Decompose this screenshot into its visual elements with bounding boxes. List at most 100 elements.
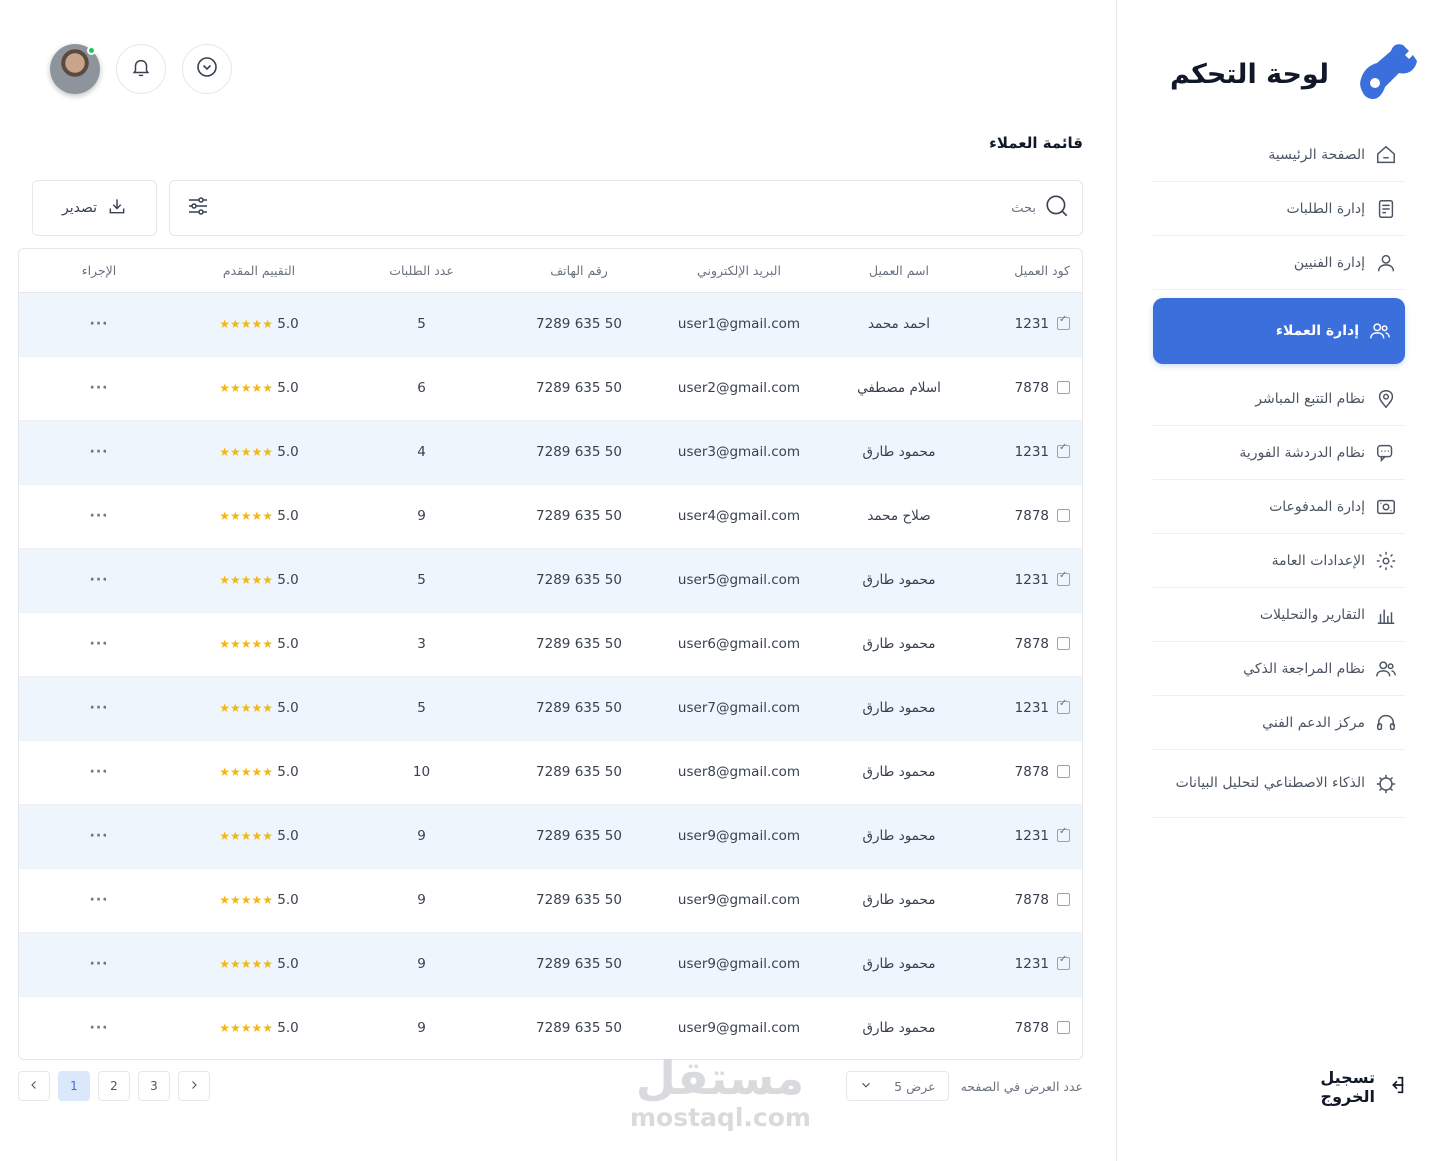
header-actions [50, 44, 232, 94]
sidebar-item-ai[interactable]: الذكاء الاصطناعي لتحليل البيانات [1153, 750, 1405, 818]
more-options-icon[interactable]: ··· [90, 572, 109, 588]
more-options-icon[interactable]: ··· [90, 508, 109, 524]
sidebar-item-payments[interactable]: إدارة المدفوعات [1153, 480, 1405, 534]
next-page-button[interactable] [178, 1071, 210, 1101]
cell-email: user2@gmail.com [654, 356, 824, 421]
more-options-icon[interactable]: ··· [90, 1020, 109, 1036]
filter-sliders-icon[interactable] [186, 194, 210, 222]
cell-rating: 5.0 ★★★★★ [179, 996, 339, 1059]
table-row[interactable]: 7878 محمود طارق user9@gmail.com 50 635 7289… [19, 868, 1082, 933]
pagination: 1 2 3 [18, 1071, 210, 1101]
column-header-name[interactable]: اسم العميل [824, 249, 974, 293]
sidebar-item-support[interactable]: مركز الدعم الفني [1153, 696, 1405, 750]
row-checkbox[interactable] [1057, 892, 1070, 906]
row-checkbox[interactable] [1057, 954, 1070, 970]
more-options-icon[interactable]: ··· [90, 316, 109, 332]
sidebar-item-settings[interactable]: الإعدادات العامة [1153, 534, 1405, 588]
star-rating-icon: ★★★★★ [219, 957, 273, 971]
table-row[interactable]: 1231 محمود طارقuser5@gmail.com50 635 7289… [19, 548, 1082, 613]
more-options-icon[interactable]: ··· [90, 380, 109, 396]
page-button-1[interactable]: 1 [58, 1071, 90, 1101]
page-button-2[interactable]: 2 [98, 1071, 130, 1101]
star-rating-icon: ★★★★★ [219, 573, 273, 587]
page-button-3[interactable]: 3 [138, 1071, 170, 1101]
row-checkbox[interactable] [1057, 826, 1070, 842]
sidebar-item-customers[interactable]: إدارة العملاء [1153, 298, 1405, 364]
table-row[interactable]: 1231احمد محمدuser1@gmail.com50 635 72895… [19, 292, 1082, 357]
sidebar-item-technicians[interactable]: إدارة الفنيين [1153, 236, 1405, 290]
table-row[interactable]: 7878 محمود طارق user6@gmail.com 50 635 7289… [19, 612, 1082, 677]
notifications-button[interactable] [116, 44, 166, 94]
rating-value: 5.0 [277, 380, 299, 396]
cell-name: اسلام مصطفي [824, 356, 974, 421]
star-rating-icon: ★★★★★ [219, 829, 273, 843]
cell-code: 7878 [974, 356, 1082, 421]
customers-table: كود العميل اسم العميل البريد الإلكتروني … [18, 248, 1083, 1060]
receipt-icon [1375, 198, 1397, 220]
search-icon [1044, 193, 1070, 223]
rating-value: 5.0 [277, 764, 299, 780]
column-header-phone[interactable]: رقم الهاتف [504, 249, 654, 293]
row-checkbox[interactable] [1057, 570, 1070, 586]
location-pin-icon [1375, 388, 1397, 410]
more-options-icon[interactable]: ··· [90, 956, 109, 972]
cell-code: 1231 [974, 932, 1082, 997]
row-checkbox[interactable] [1057, 1020, 1070, 1034]
code-value: 1231 [1014, 956, 1049, 972]
cell-orders: 5 [339, 292, 504, 357]
search-input[interactable] [276, 200, 1036, 216]
cell-phone: 50 635 7289 [504, 612, 654, 677]
cell-phone: 50 635 7289 [504, 420, 654, 485]
row-checkbox[interactable] [1057, 636, 1070, 650]
cell-phone: 50 635 7289 [504, 868, 654, 933]
row-checkbox[interactable] [1057, 380, 1070, 394]
prev-page-button[interactable] [18, 1071, 50, 1101]
cell-code: 1231 [974, 420, 1082, 485]
cell-action: ··· [19, 356, 179, 421]
logout-button[interactable]: تسجيل الخروج [1267, 1068, 1407, 1106]
ai-gear-icon [1375, 773, 1397, 795]
table-row[interactable]: 1231 محمود طارقuser3@gmail.com50 635 7289… [19, 420, 1082, 485]
watermark-arabic: مستقل [635, 1051, 805, 1105]
table-row[interactable]: 1231 محمود طارقuser9@gmail.com50 635 7289… [19, 932, 1082, 997]
per-page-select[interactable]: عرض 5 [845, 1071, 949, 1101]
column-header-code[interactable]: كود العميل [974, 249, 1082, 293]
table-row[interactable]: 7878 اسلام مصطفي user2@gmail.com 50 635 728… [19, 356, 1082, 421]
column-header-orders[interactable]: عدد الطلبات [339, 249, 504, 293]
more-options-icon[interactable]: ··· [90, 636, 109, 652]
table-row[interactable]: 1231 محمود طارقuser7@gmail.com50 635 7289… [19, 676, 1082, 741]
more-options-icon[interactable]: ··· [90, 828, 109, 844]
sidebar-item-tracking[interactable]: نظام التتبع المباشر [1153, 372, 1405, 426]
cell-email: user8@gmail.com [654, 740, 824, 805]
table-row[interactable]: 1231 محمود طارقuser9@gmail.com50 635 7289… [19, 804, 1082, 869]
more-options-icon[interactable]: ··· [90, 764, 109, 780]
more-options-icon[interactable]: ··· [90, 700, 109, 716]
sidebar-item-review[interactable]: نظام المراجعة الذكي [1153, 642, 1405, 696]
sidebar-item-chat[interactable]: نظام الدردشة الفورية [1153, 426, 1405, 480]
table-row[interactable]: 7878 محمود طارق user9@gmail.com 50 635 7289… [19, 996, 1082, 1059]
table-row[interactable]: 7878 صلاح محمد user4@gmail.com 50 635 7289 9… [19, 484, 1082, 549]
row-checkbox[interactable] [1057, 698, 1070, 714]
row-checkbox[interactable] [1057, 508, 1070, 522]
more-options-icon[interactable]: ··· [90, 444, 109, 460]
column-header-email[interactable]: البريد الإلكتروني [654, 249, 824, 293]
row-checkbox[interactable] [1057, 442, 1070, 458]
sidebar-item-label: مركز الدعم الفني [1262, 714, 1365, 731]
star-rating-icon: ★★★★★ [219, 637, 273, 651]
sidebar-item-orders[interactable]: إدارة الطلبات [1153, 182, 1405, 236]
avatar[interactable] [50, 44, 100, 94]
chat-icon [1375, 442, 1397, 464]
per-page-control: عدد العرض في الصفحه عرض 5 [838, 1071, 1083, 1101]
column-header-rating[interactable]: التقييم المقدم [179, 249, 339, 293]
rating-value: 5.0 [277, 828, 299, 844]
code-value: 1231 [1014, 572, 1049, 588]
sidebar-item-reports[interactable]: التقارير والتحليلات [1153, 588, 1405, 642]
export-button[interactable]: تصدير [32, 180, 157, 236]
more-options-icon[interactable]: ··· [90, 892, 109, 908]
sidebar-item-home[interactable]: الصفحة الرئيسية [1153, 128, 1405, 182]
row-checkbox[interactable] [1057, 764, 1070, 778]
table-row[interactable]: 7878 محمود طارق user8@gmail.com 50 635 7289… [19, 740, 1082, 805]
row-checkbox[interactable] [1057, 314, 1070, 330]
sidebar-item-label: الذكاء الاصطناعي لتحليل البيانات [1175, 774, 1365, 791]
profile-menu-button[interactable] [182, 44, 232, 94]
